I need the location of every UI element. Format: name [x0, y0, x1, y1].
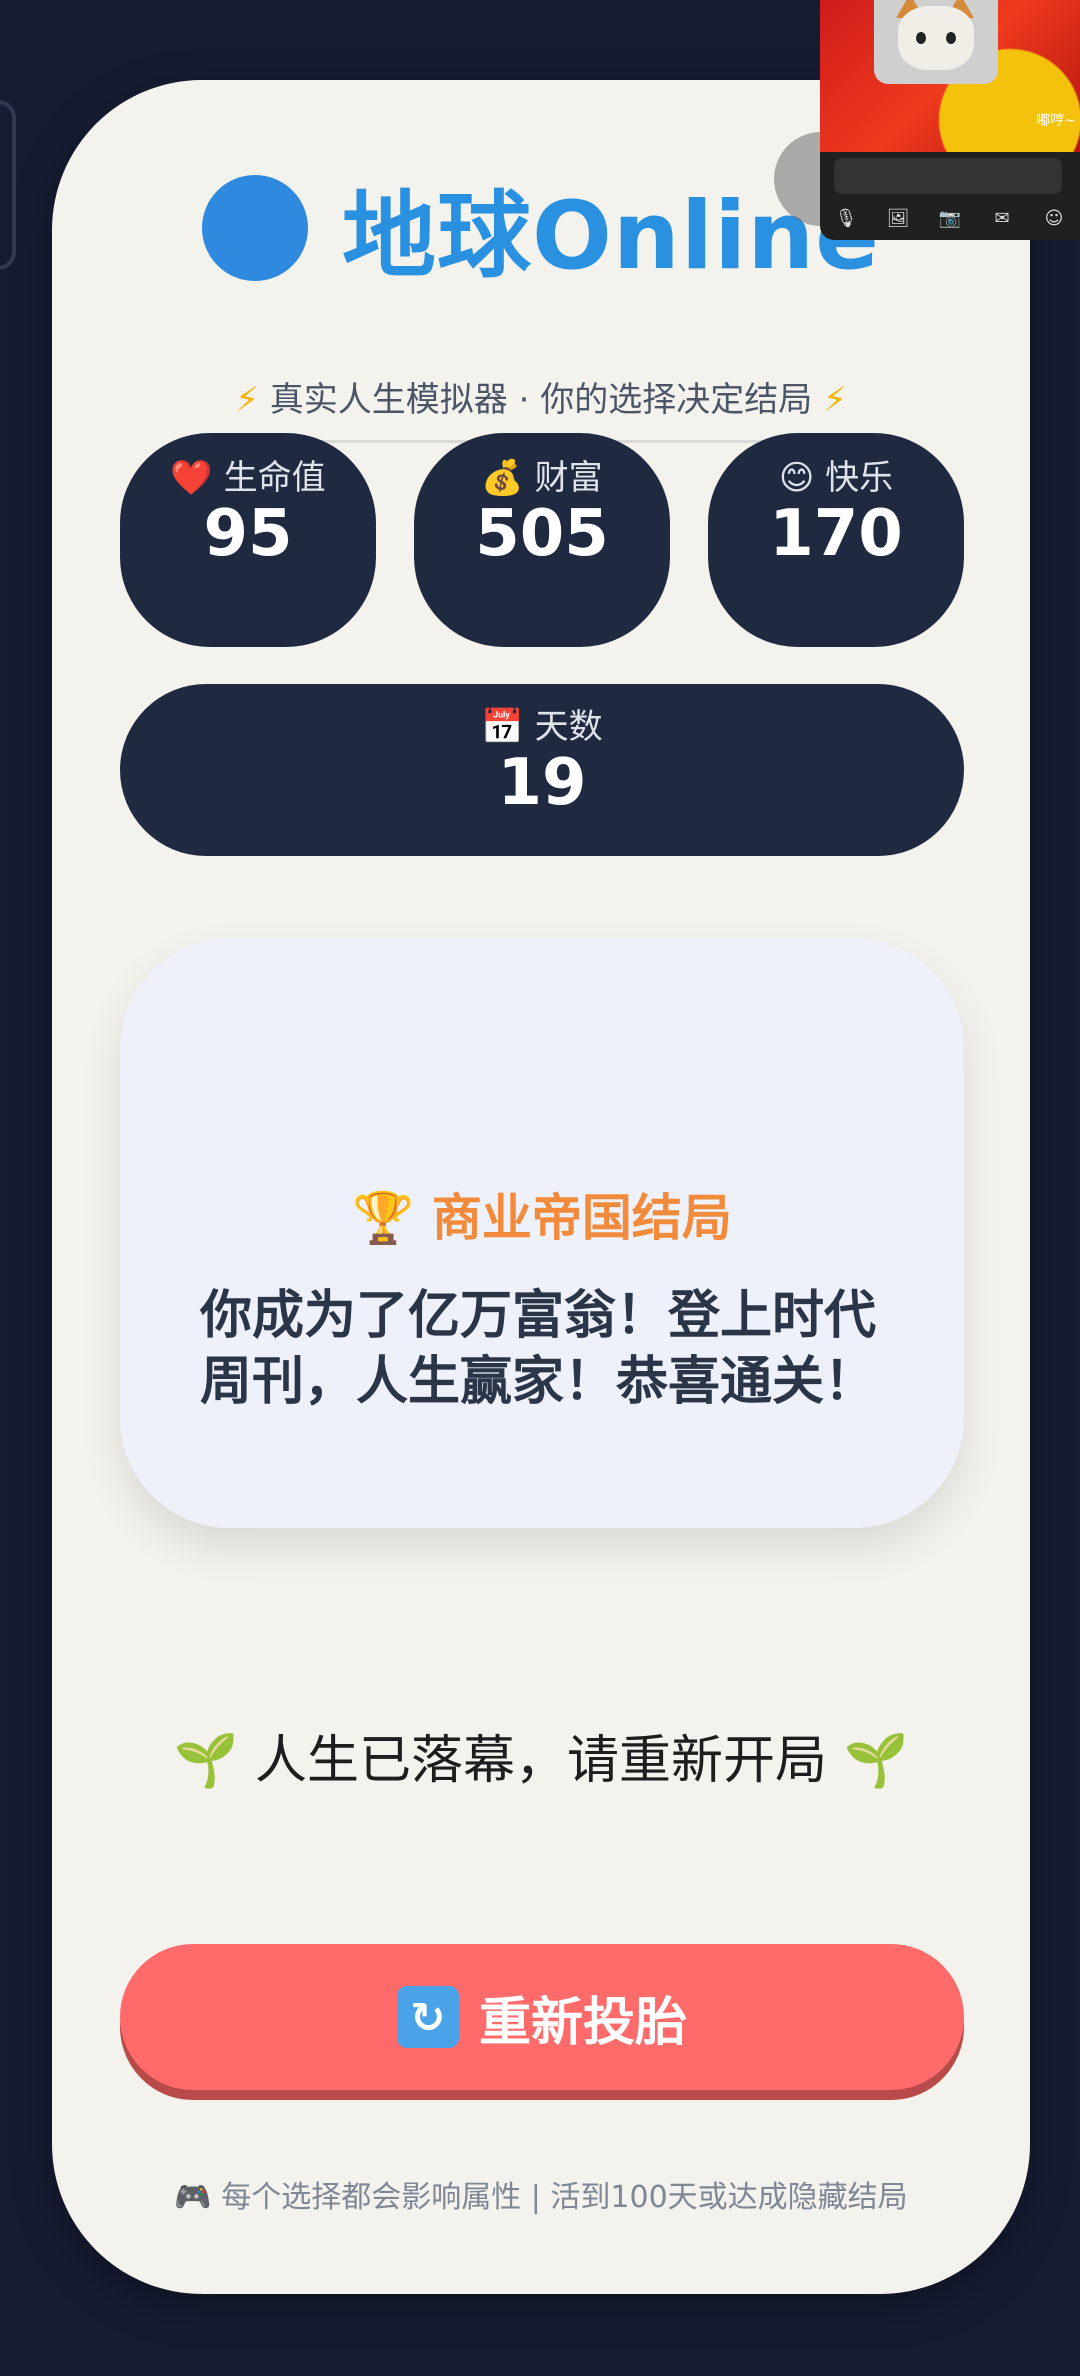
trophy-icon: 🏆 — [352, 1189, 415, 1247]
stat-health-value: 95 — [203, 497, 293, 571]
heart-icon: ❤️ — [170, 458, 213, 498]
stat-wealth: 💰 财富 505 — [414, 433, 670, 647]
game-card: 地球Online ⚡ 真实人生模拟器 · 你的选择决定结局 ⚡ ❤️ 生命值 9… — [52, 80, 1030, 2294]
stat-happiness: 😊 快乐 170 — [708, 433, 964, 647]
overlay-toolbar: 🎙 🖼 📷 ✉ ☺ — [820, 202, 1080, 234]
footer-note: 🎮 每个选择都会影响属性 | 活到100天或达成隐藏结局 — [52, 2172, 1030, 2216]
stat-happiness-label: 快乐 — [825, 458, 894, 498]
stat-days: 📅 天数 19 — [120, 684, 964, 856]
gamepad-icon: 🎮 — [174, 2180, 212, 2215]
video-chat-overlay[interactable]: 嘟哼~ 🎙 🖼 📷 ✉ ☺ — [820, 0, 1080, 240]
subtitle-text: 真实人生模拟器 · 你的选择决定结局 — [269, 380, 813, 420]
seedling-icon: 🌱 — [843, 1731, 909, 1791]
stat-days-value: 19 — [497, 746, 587, 820]
stat-health-label: 生命值 — [223, 458, 326, 498]
restart-message-text: 人生已落幕，请重新开局 — [254, 1731, 827, 1791]
stat-happiness-value: 170 — [769, 497, 903, 571]
cat-thumbnail — [874, 0, 998, 84]
lightning-icon: ⚡ — [235, 380, 259, 420]
overlay-caption: 嘟哼~ — [1036, 113, 1076, 129]
restart-button[interactable]: ↻ 重新投胎 — [120, 1944, 964, 2090]
stat-health: ❤️ 生命值 95 — [120, 433, 376, 647]
ending-text: 你成为了亿万富翁！登上时代周刊，人生赢家！恭喜通关！ — [200, 1286, 877, 1412]
subtitle: ⚡ 真实人生模拟器 · 你的选择决定结局 ⚡ — [52, 372, 1030, 421]
ending-card: 🏆 商业帝国结局 你成为了亿万富翁！登上时代周刊，人生赢家！恭喜通关！ — [120, 938, 964, 1528]
microphone-icon[interactable]: 🎙 — [834, 208, 858, 229]
emoji-icon[interactable]: ☺ — [1042, 208, 1066, 229]
overlay-message-input[interactable] — [834, 158, 1062, 194]
stat-days-label: 天数 — [534, 707, 603, 747]
lightning-icon: ⚡ — [823, 380, 847, 420]
seedling-icon: 🌱 — [173, 1731, 239, 1791]
image-icon[interactable]: 🖼 — [886, 208, 910, 229]
restart-button-label: 重新投胎 — [478, 1992, 687, 2053]
globe-icon — [202, 174, 309, 281]
sticker-icon[interactable]: ✉ — [990, 208, 1014, 229]
restart-message: 🌱 人生已落幕，请重新开局 🌱 — [172, 1730, 910, 1792]
refresh-icon: ↻ — [396, 1986, 459, 2048]
stat-wealth-value: 505 — [475, 497, 609, 571]
calendar-icon: 📅 — [481, 707, 524, 747]
footer-text: 每个选择都会影响属性 | 活到100天或达成隐藏结局 — [221, 2180, 908, 2215]
stat-wealth-label: 财富 — [534, 458, 603, 498]
smile-icon: 😊 — [778, 458, 815, 498]
money-bag-icon: 💰 — [481, 458, 524, 498]
camera-icon[interactable]: 📷 — [938, 208, 962, 229]
left-edge-decoration — [0, 100, 16, 270]
ending-title: 商业帝国结局 — [431, 1189, 732, 1247]
